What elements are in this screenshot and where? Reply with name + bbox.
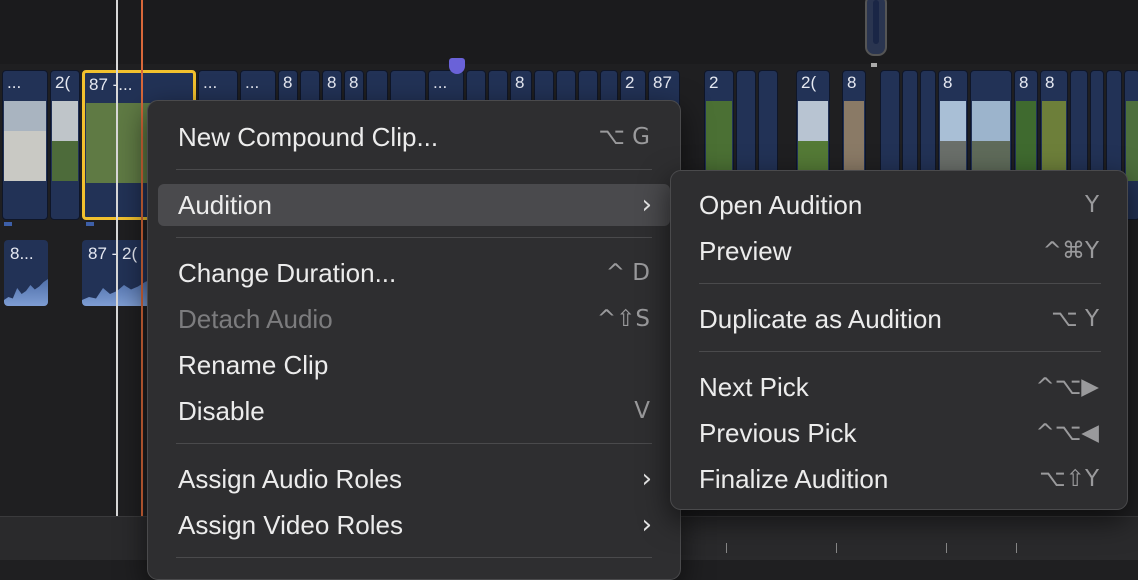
menu-item-label: Assign Video Roles <box>178 510 403 540</box>
clip-connection-marker <box>4 222 12 226</box>
timeline-clip[interactable]: 2( <box>50 70 80 220</box>
clip-label: ... <box>433 73 448 92</box>
menu-separator <box>699 351 1101 352</box>
clip-label: ... <box>7 73 22 92</box>
ruler-tick <box>946 543 947 553</box>
menu-separator <box>176 237 652 238</box>
chevron-right-icon: › <box>641 190 652 220</box>
clip-thumbnail <box>1042 101 1066 181</box>
menu-item-label: Duplicate as Audition <box>699 304 942 334</box>
clip-thumbnail <box>844 101 864 181</box>
menu-item-open-audition[interactable]: Open Audition Y <box>679 184 1119 226</box>
audio-waveform <box>4 279 48 306</box>
timeline-marker-icon[interactable] <box>449 58 465 74</box>
shortcut-label: ^⌥▶ <box>1035 374 1099 400</box>
menu-separator <box>176 443 652 444</box>
menu-item-label: Rename Clip <box>178 350 329 380</box>
clip-label: 87 <box>653 73 672 92</box>
clip-connection-marker <box>86 222 94 226</box>
chevron-right-icon: › <box>641 510 652 540</box>
menu-item-label: Preview <box>699 236 792 266</box>
shortcut-label: ^⌘Y <box>1042 238 1099 264</box>
shortcut-label: ^⇧S <box>596 306 650 332</box>
timeline-clip[interactable]: ... <box>2 70 48 220</box>
clip-thumbnail <box>1126 101 1138 181</box>
skimmer-line[interactable] <box>116 0 118 520</box>
menu-item-disable[interactable]: Disable V <box>158 390 670 432</box>
clip-label: 2 <box>625 73 635 92</box>
menu-item-new-compound-clip[interactable]: New Compound Clip... ⌥ G <box>158 116 670 158</box>
ruler-tick <box>726 543 727 553</box>
clip-thumbnail <box>706 101 732 181</box>
clip-thumbnail <box>4 101 46 181</box>
menu-item-preview[interactable]: Preview ^⌘Y <box>679 230 1119 272</box>
menu-item-change-duration[interactable]: Change Duration... ^ D <box>158 252 670 294</box>
shortcut-label: ⌥ Y <box>1051 306 1099 332</box>
menu-separator <box>699 283 1101 284</box>
menu-item-label: Audition <box>178 190 272 220</box>
menu-item-duplicate-as-audition[interactable]: Duplicate as Audition ⌥ Y <box>679 298 1119 340</box>
shortcut-label: ⌥⇧Y <box>1039 466 1099 492</box>
clip-label: 2 <box>709 73 719 92</box>
menu-item-label: Finalize Audition <box>699 464 889 494</box>
shortcut-label: V <box>634 398 650 424</box>
viewer-strip <box>0 0 1138 64</box>
menu-item-detach-audio: Detach Audio ^⇧S <box>158 298 670 340</box>
menu-item-rename-clip[interactable]: Rename Clip <box>158 344 670 386</box>
ruler-tick <box>1016 543 1017 553</box>
shortcut-label: ^ D <box>605 260 650 286</box>
clip-label: 2( <box>55 73 71 92</box>
menu-item-label: Disable <box>178 396 265 426</box>
clip-thumbnail <box>798 101 828 181</box>
clip-label: 8 <box>349 73 359 92</box>
menu-separator <box>176 557 652 558</box>
clip-label: ... <box>203 73 218 92</box>
menu-item-audition[interactable]: Audition › <box>158 184 670 226</box>
menu-item-previous-pick[interactable]: Previous Pick ^⌥◀ <box>679 412 1119 454</box>
clip-thumbnail <box>1016 101 1036 181</box>
menu-item-next-pick[interactable]: Next Pick ^⌥▶ <box>679 366 1119 408</box>
audio-clip[interactable]: 8... <box>4 240 48 306</box>
clip-context-menu: New Compound Clip... ⌥ G Audition › Chan… <box>147 100 681 580</box>
menu-item-label: Assign Audio Roles <box>178 464 403 494</box>
clip-label: ... <box>245 73 260 92</box>
menu-item-label: Previous Pick <box>699 418 857 448</box>
clip-label: 8 <box>283 73 293 92</box>
clip-label: 8 <box>515 73 525 92</box>
clip-label: 8 <box>1019 73 1029 92</box>
clip-label: 8 <box>327 73 337 92</box>
menu-item-label: New Compound Clip... <box>178 122 439 152</box>
playhead-line[interactable] <box>141 0 143 520</box>
clip-label: 2( <box>801 73 817 92</box>
shortcut-label: ^⌥◀ <box>1035 420 1099 446</box>
menu-item-label: Detach Audio <box>178 304 333 334</box>
clip-thumbnail <box>972 101 1010 181</box>
menu-item-label: Next Pick <box>699 372 809 402</box>
shortcut-label: Y <box>1084 192 1099 218</box>
clip-label: 8 <box>847 73 857 92</box>
menu-item-assign-audio-roles[interactable]: Assign Audio Roles › <box>158 458 670 500</box>
menu-item-assign-video-roles[interactable]: Assign Video Roles › <box>158 504 670 546</box>
clip-label: 87 -... <box>89 75 133 94</box>
scroll-indicator <box>871 63 877 67</box>
clip-thumbnail <box>52 101 78 181</box>
clip-label: 8 <box>943 73 953 92</box>
audition-submenu: Open Audition Y Preview ^⌘Y Duplicate as… <box>670 170 1128 510</box>
audio-clip-label: 87 - 2( <box>88 244 138 263</box>
audio-clip-label: 8... <box>10 244 34 263</box>
shortcut-label: ⌥ G <box>598 124 650 150</box>
clip-label: 8 <box>1045 73 1055 92</box>
menu-item-label: Change Duration... <box>178 258 397 288</box>
clip-thumbnail <box>940 101 966 181</box>
menu-item-label: Open Audition <box>699 190 863 220</box>
chevron-right-icon: › <box>641 464 652 494</box>
menu-item-finalize-audition[interactable]: Finalize Audition ⌥⇧Y <box>679 458 1119 500</box>
ruler-tick <box>836 543 837 553</box>
menu-separator <box>176 169 652 170</box>
scroll-handle[interactable] <box>865 0 887 56</box>
